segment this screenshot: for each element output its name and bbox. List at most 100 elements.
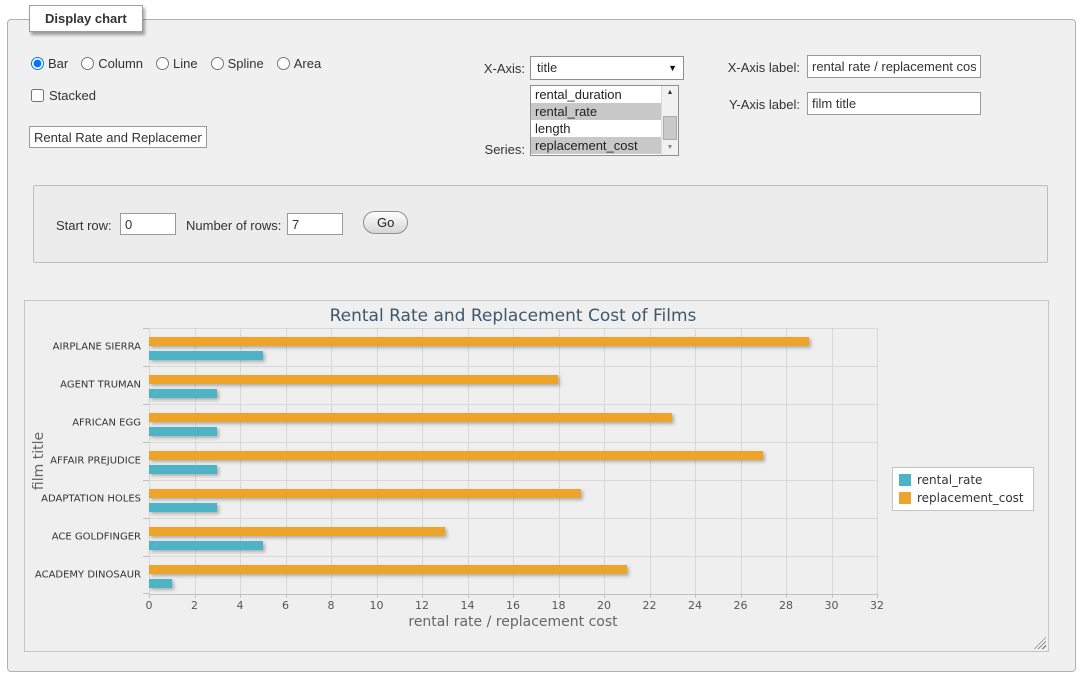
y-axis-tick <box>143 328 149 329</box>
chart-type-label: Spline <box>228 56 264 71</box>
stacked-checkbox-row: Stacked <box>31 88 96 103</box>
x-axis-tick <box>286 594 287 598</box>
bar-rental_rate <box>149 389 217 398</box>
chart-title-input[interactable] <box>29 126 207 148</box>
start-row-label: Start row: <box>56 218 112 233</box>
category-label: ADAPTATION HOLES <box>26 494 141 505</box>
gridline-horizontal <box>149 366 877 367</box>
x-axis-tick-label: 2 <box>191 599 198 612</box>
number-of-rows-label: Number of rows: <box>186 218 281 233</box>
chart-title: Rental Rate and Replacement Cost of Film… <box>149 306 877 326</box>
chart-type-radio-column[interactable] <box>81 57 94 70</box>
category-label: ACADEMY DINOSAUR <box>26 570 141 581</box>
y-axis-title: film title <box>31 432 47 490</box>
chart-type-label: Column <box>98 56 143 71</box>
x-axis-tick-label: 8 <box>328 599 335 612</box>
gridline-vertical <box>513 328 514 594</box>
chart-type-option-spline: Spline <box>211 56 264 71</box>
x-axis-tick-label: 12 <box>415 599 429 612</box>
category-label: AGENT TRUMAN <box>26 380 141 391</box>
bar-replacement_cost <box>149 489 581 498</box>
chart-container: Rental Rate and Replacement Cost of Film… <box>24 300 1049 652</box>
chart-type-radio-spline[interactable] <box>211 57 224 70</box>
gridline-vertical <box>604 328 605 594</box>
y-axis-tick <box>143 404 149 405</box>
y-axis-tick <box>143 366 149 367</box>
gridline-vertical <box>195 328 196 594</box>
chart-type-option-bar: Bar <box>31 56 68 71</box>
series-options: rental_durationrental_ratelengthreplacem… <box>531 86 678 154</box>
x-axis-tick-label: 30 <box>825 599 839 612</box>
number-of-rows-input[interactable] <box>287 213 343 235</box>
x-axis-tick <box>559 594 560 598</box>
x-axis-tick-label: 24 <box>688 599 702 612</box>
chart-type-label: Line <box>173 56 198 71</box>
x-axis-tick-label: 22 <box>643 599 657 612</box>
gridline-vertical <box>377 328 378 594</box>
x-axis-tick <box>468 594 469 598</box>
gridline-vertical <box>832 328 833 594</box>
chart-type-option-line: Line <box>156 56 198 71</box>
chart-type-radio-bar[interactable] <box>31 57 44 70</box>
x-axis-tick <box>377 594 378 598</box>
legend-swatch-icon <box>899 474 911 486</box>
legend-item-rental_rate[interactable]: rental_rate <box>899 473 1024 487</box>
chart-type-radio-group: Bar Column Line Spline Area <box>31 56 321 71</box>
gridline-vertical <box>877 328 878 594</box>
series-option-replacement_cost[interactable]: replacement_cost <box>531 137 666 154</box>
x-axis-tick-label: 32 <box>870 599 884 612</box>
chart-plot-area: AIRPLANE SIERRAAGENT TRUMANAFRICAN EGGAF… <box>149 328 877 595</box>
gridline-vertical <box>331 328 332 594</box>
gridline-vertical <box>650 328 651 594</box>
gridline-horizontal <box>149 556 877 557</box>
bar-replacement_cost <box>149 375 558 384</box>
chart-type-radio-area[interactable] <box>277 57 290 70</box>
x-axis-tick <box>240 594 241 598</box>
gridline-vertical <box>559 328 560 594</box>
row-range-panel: Start row: Number of rows: Go <box>33 185 1048 263</box>
scrollbar-thumb[interactable] <box>663 116 677 140</box>
series-listbox[interactable]: rental_durationrental_ratelengthreplacem… <box>530 85 679 156</box>
x-axis-tick <box>331 594 332 598</box>
start-row-input[interactable] <box>120 213 176 235</box>
y-axis-tick <box>143 556 149 557</box>
chart-type-label: Bar <box>48 56 68 71</box>
x-axis-tick <box>877 594 878 598</box>
gridline-vertical <box>468 328 469 594</box>
category-label: ACE GOLDFINGER <box>26 532 141 543</box>
gridline-horizontal <box>149 518 877 519</box>
legend-item-replacement_cost[interactable]: replacement_cost <box>899 491 1024 505</box>
gridline-horizontal <box>149 328 877 329</box>
series-option-rental_rate[interactable]: rental_rate <box>531 103 666 120</box>
gridline-vertical <box>422 328 423 594</box>
x-axis-tick-label: 26 <box>734 599 748 612</box>
series-option-rental_duration[interactable]: rental_duration <box>531 86 666 103</box>
bar-replacement_cost <box>149 337 809 346</box>
stacked-checkbox[interactable] <box>31 89 44 102</box>
y-axis-label-input[interactable] <box>807 92 981 115</box>
legend-swatch-icon <box>899 492 911 504</box>
x-axis-label-label: X-Axis label: <box>700 60 800 75</box>
series-option-length[interactable]: length <box>531 120 666 137</box>
gridline-horizontal <box>149 404 877 405</box>
gridline-vertical <box>695 328 696 594</box>
listbox-scrollbar[interactable]: ▲ ▼ <box>661 86 678 155</box>
x-axis-tick-label: 6 <box>282 599 289 612</box>
resize-handle-icon[interactable] <box>1034 637 1046 649</box>
scroll-down-icon[interactable]: ▼ <box>662 141 678 155</box>
x-axis-tick <box>149 594 150 598</box>
x-axis-tick-label: 0 <box>146 599 153 612</box>
x-axis-tick <box>741 594 742 598</box>
x-axis-tick-label: 4 <box>237 599 244 612</box>
y-axis-tick <box>143 593 149 594</box>
category-label: AFRICAN EGG <box>26 418 141 429</box>
x-axis-tick <box>650 594 651 598</box>
go-button[interactable]: Go <box>363 211 408 234</box>
x-axis-tick <box>604 594 605 598</box>
bar-rental_rate <box>149 541 263 550</box>
x-axis-label-input[interactable] <box>807 55 981 78</box>
chart-type-radio-line[interactable] <box>156 57 169 70</box>
chart-type-label: Area <box>294 56 321 71</box>
x-axis-select[interactable]: title ▼ <box>530 56 684 80</box>
scroll-up-icon[interactable]: ▲ <box>662 86 678 100</box>
